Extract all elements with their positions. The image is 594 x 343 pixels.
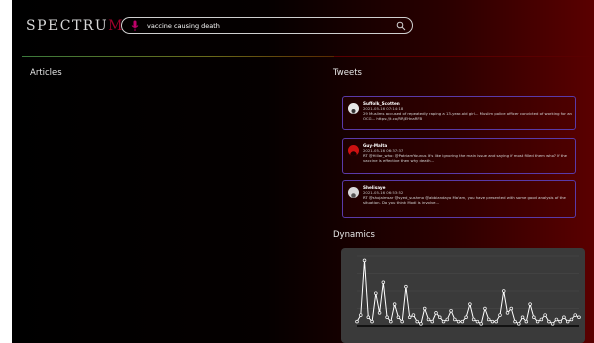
chart-point[interactable] [359,313,363,317]
tweet-text: 29 Muslims accused of repeatedly raping … [363,111,572,121]
chart-point[interactable] [453,317,457,322]
tweet-card[interactable]: Guy-Malta 2021-05-16 06:37:37 RT @Hillar… [342,138,576,174]
chart-point[interactable] [370,319,374,324]
dynamics-heading: Dynamics [333,230,375,240]
chart-point[interactable] [385,315,389,319]
chart-point[interactable] [422,306,427,311]
chart-point[interactable] [362,258,367,263]
header-divider [22,56,334,57]
tweet-text: RT @shojaimsar @syed_sushmo @abbiandayo … [363,195,566,205]
chart-point[interactable] [547,319,551,324]
chart-point[interactable] [381,280,386,284]
chart-point[interactable] [471,317,476,322]
chart-point[interactable] [430,319,435,324]
left-window-edge [0,0,12,343]
chart-point[interactable] [577,315,581,319]
chart-point[interactable] [558,319,562,324]
chart-point[interactable] [377,311,382,315]
logo-text: SPECTRU [26,18,109,34]
chart-point[interactable] [355,319,359,324]
microphone-icon[interactable] [130,20,140,32]
chart-point[interactable] [464,315,468,319]
chart-point[interactable] [475,319,480,324]
chart-point[interactable] [419,322,423,326]
app-logo[interactable]: SPECTRUM [26,18,124,34]
chart-point[interactable] [494,319,498,324]
chart-point[interactable] [479,322,483,326]
chart-point[interactable] [498,313,502,317]
chart-point[interactable] [550,322,555,326]
tweet-card[interactable]: Shelisaye 2021-05-16 06:53:52 RT @shojai… [342,180,576,218]
chart-point[interactable] [396,315,401,319]
tweet-card[interactable]: Suffolk_Scotten 2021-05-16 07:14:18 29 M… [342,96,576,130]
articles-heading: Articles [30,68,62,78]
avatar [348,103,359,114]
chart-point[interactable] [366,315,371,319]
chart-point[interactable] [524,319,529,324]
chart-point[interactable] [415,319,419,324]
avatar [348,145,359,156]
chart-point[interactable] [554,317,559,322]
dynamics-chart-svg [355,255,581,327]
chart-point[interactable] [426,317,431,322]
chart-point[interactable] [539,317,544,322]
chart-point[interactable] [441,319,446,324]
chart-point[interactable] [535,319,540,324]
chart-point[interactable] [543,313,547,317]
search-input[interactable]: vaccine causing death [147,20,220,32]
chart-point[interactable] [517,322,521,326]
chart-point[interactable] [573,313,577,317]
chart-point[interactable] [434,311,438,315]
search-icon[interactable] [396,21,406,31]
chart-point[interactable] [438,315,442,319]
chart-point[interactable] [456,319,461,324]
chart-point[interactable] [389,319,393,324]
header-divider-right [334,56,594,57]
chart-point[interactable] [468,302,472,306]
tweet-text: RT @Hillar_who: @PatriamYounus It's like… [363,153,568,163]
chart-point[interactable] [449,308,453,313]
chart-point[interactable] [562,315,566,319]
chart-point[interactable] [528,302,532,306]
chart-point[interactable] [509,306,514,311]
search-bar[interactable]: vaccine causing death [121,17,413,34]
chart-point[interactable] [569,317,574,322]
chart-point[interactable] [445,317,450,322]
chart-point[interactable] [505,311,510,315]
chart-point[interactable] [565,319,570,324]
chart-point[interactable] [460,319,465,324]
chart-point[interactable] [486,317,491,322]
chart-point[interactable] [392,302,397,306]
chart-point[interactable] [374,291,378,295]
chart-point[interactable] [400,319,404,324]
avatar [348,187,359,198]
chart-point[interactable] [501,289,506,293]
chart-point[interactable] [532,315,536,319]
dynamics-chart [341,248,585,343]
chart-point[interactable] [407,315,412,319]
chart-point[interactable] [483,306,487,311]
chart-point[interactable] [404,284,408,289]
chart-point[interactable] [513,319,517,324]
chart-point[interactable] [411,313,416,317]
chart-point[interactable] [490,319,495,324]
chart-point[interactable] [520,315,525,319]
tweets-heading: Tweets [333,68,362,78]
